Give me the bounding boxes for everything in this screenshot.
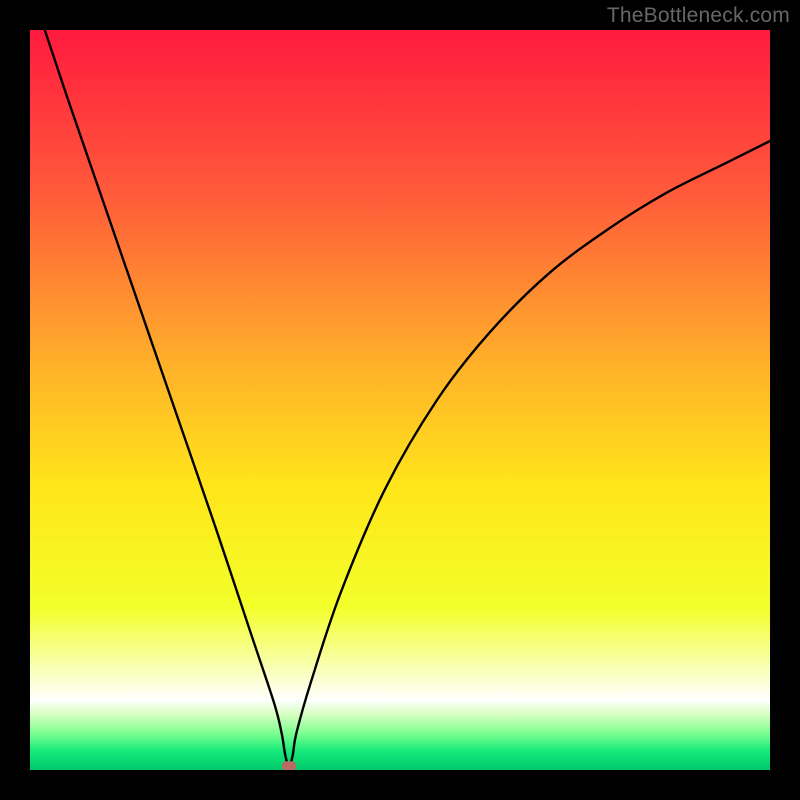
- chart-plot-area: [30, 30, 770, 770]
- chart-background: [30, 30, 770, 770]
- chart-svg: [30, 30, 770, 770]
- chart-marker: [282, 761, 296, 770]
- watermark-text: TheBottleneck.com: [607, 4, 790, 28]
- chart-frame: TheBottleneck.com: [0, 0, 800, 800]
